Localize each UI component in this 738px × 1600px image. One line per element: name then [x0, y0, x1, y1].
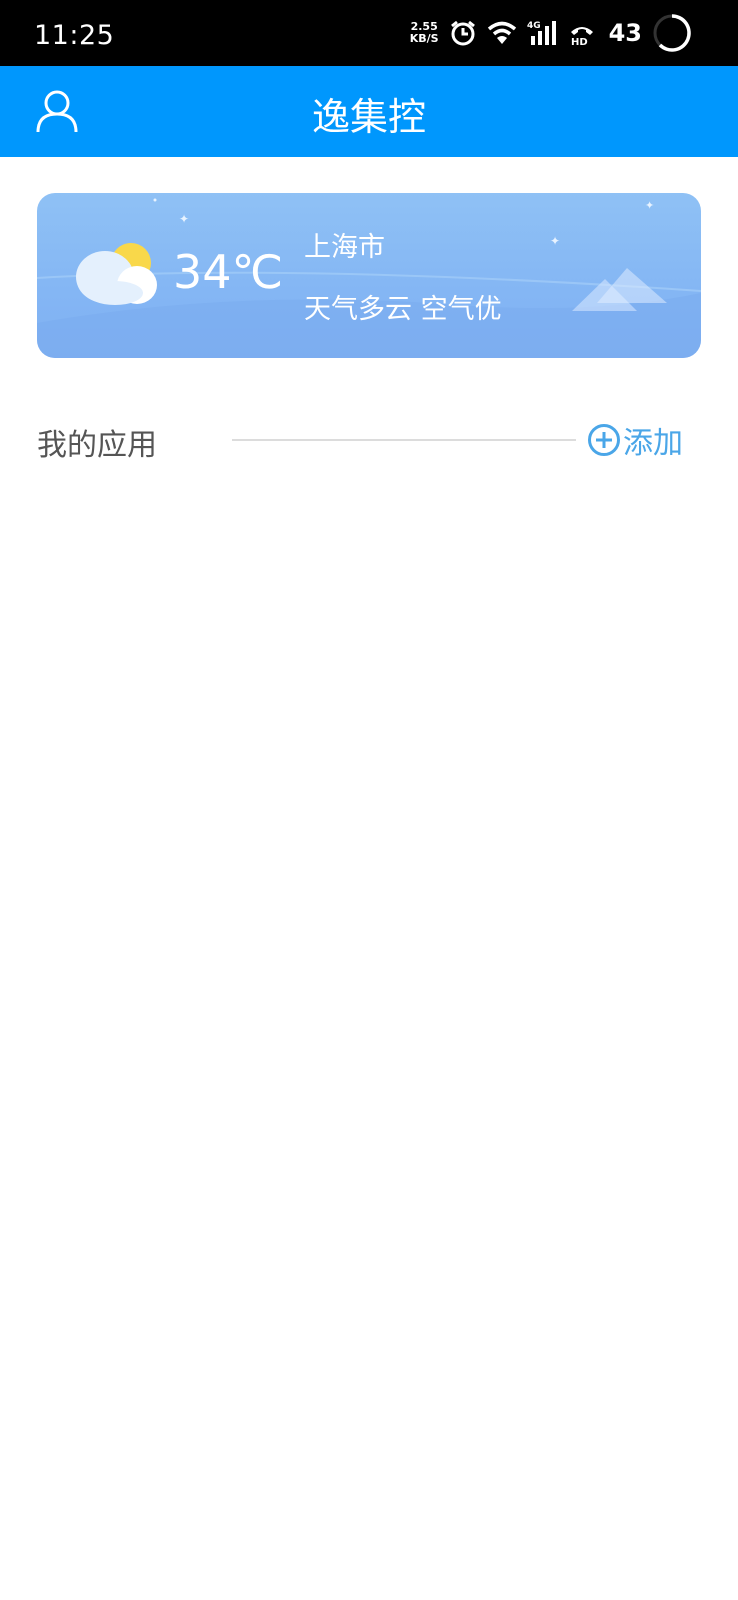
wifi-icon	[487, 20, 517, 46]
section-divider	[232, 439, 576, 441]
app-bar: 逸集控	[0, 66, 738, 157]
svg-text:✦: ✦	[179, 212, 189, 226]
status-icons: 2.55 KB/S 4G HD 43	[410, 14, 692, 52]
status-time: 11:25	[34, 20, 115, 51]
status-bar: 11:25 2.55 KB/S 4G HD 43	[0, 0, 738, 66]
add-app-button[interactable]: 添加	[587, 418, 683, 462]
net-speed-unit: KB/S	[409, 32, 439, 45]
add-app-label: 添加	[623, 426, 683, 461]
svg-text:HD: HD	[571, 37, 588, 46]
battery-level: 43	[608, 19, 642, 47]
partly-cloudy-icon	[76, 243, 157, 305]
battery-ring-icon	[652, 13, 692, 53]
svg-text:✦: ✦	[645, 199, 654, 212]
hd-call-icon: HD	[569, 20, 595, 46]
plus-circle-icon	[588, 424, 620, 456]
net-speed: 2.55 KB/S	[410, 21, 439, 45]
temperature: 34℃	[173, 245, 284, 299]
alarm-icon	[449, 19, 477, 47]
signal-4g-icon: 4G	[527, 20, 559, 46]
app-title: 逸集控	[311, 95, 426, 139]
svg-text:✦: ✦	[550, 234, 560, 248]
my-apps-section: 我的应用 添加	[37, 418, 687, 463]
weather-condition: 天气多云 空气优	[304, 294, 502, 325]
city-name: 上海市	[304, 232, 385, 263]
svg-text:4G: 4G	[527, 21, 541, 31]
section-title: 我的应用	[37, 428, 157, 463]
weather-card[interactable]: ✦ ✦ ✦ 34℃ 上海市 天气多云 空气优	[37, 193, 701, 358]
